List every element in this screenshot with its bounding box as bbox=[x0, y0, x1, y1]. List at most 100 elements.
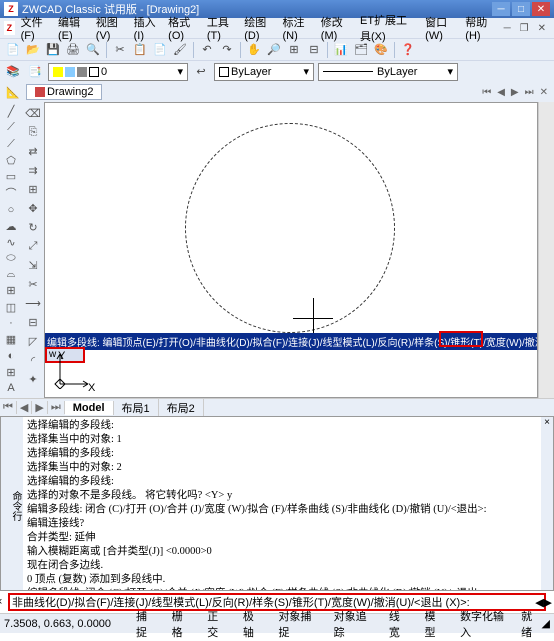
stretch-icon[interactable]: ⇲ bbox=[24, 256, 42, 274]
point-icon[interactable]: · bbox=[2, 316, 20, 331]
menu-draw[interactable]: 绘图(D) bbox=[240, 12, 276, 44]
tab-last-icon[interactable]: ⏭ bbox=[523, 87, 536, 98]
pan-icon[interactable]: ✋ bbox=[245, 41, 263, 59]
lwt-toggle[interactable]: 线宽 bbox=[385, 607, 413, 641]
tab-last-icon[interactable]: ⏭ bbox=[48, 401, 65, 414]
xline-icon[interactable]: ⟋ bbox=[2, 120, 20, 135]
ortho-toggle[interactable]: 正交 bbox=[203, 607, 231, 641]
circle-entity[interactable] bbox=[185, 123, 395, 333]
menu-dimension[interactable]: 标注(N) bbox=[279, 12, 315, 44]
polar-toggle[interactable]: 极轴 bbox=[239, 607, 267, 641]
arc-icon[interactable]: ⌒ bbox=[2, 185, 20, 201]
print-icon[interactable]: 🖨 bbox=[64, 41, 82, 59]
trim-icon[interactable]: ✂ bbox=[24, 275, 42, 293]
scale-icon[interactable]: ⤢ bbox=[24, 237, 42, 255]
mirror-icon[interactable]: ⇄ bbox=[24, 142, 42, 160]
offset-icon[interactable]: ⇉ bbox=[24, 161, 42, 179]
rectangle-icon[interactable]: ▭ bbox=[2, 169, 20, 184]
tab-prev-icon[interactable]: ◀ bbox=[495, 87, 507, 98]
tab-next-icon[interactable]: ▶ bbox=[509, 87, 521, 98]
command-close-icon[interactable]: × bbox=[541, 417, 553, 590]
ellipse-icon[interactable]: ⬭ bbox=[2, 251, 20, 266]
layer-manager-icon[interactable]: 📚 bbox=[4, 63, 22, 81]
menu-window[interactable]: 窗口(W) bbox=[421, 12, 459, 44]
layer-states-icon[interactable]: 📑 bbox=[26, 63, 44, 81]
layer-dropdown[interactable]: 0 ▾ bbox=[48, 63, 188, 81]
text-icon[interactable]: A bbox=[2, 381, 20, 396]
model-toggle[interactable]: 模型 bbox=[420, 607, 448, 641]
insert-icon[interactable]: ⊞ bbox=[2, 283, 20, 298]
linetype-dropdown[interactable]: ByLayer ▾ bbox=[318, 63, 458, 81]
array-icon[interactable]: ⊞ bbox=[24, 180, 42, 198]
color-dropdown[interactable]: ByLayer ▾ bbox=[214, 63, 314, 81]
redo-icon[interactable]: ↷ bbox=[218, 41, 236, 59]
table-icon[interactable]: ⊞ bbox=[2, 365, 20, 380]
zoom-icon[interactable]: 🔎 bbox=[265, 41, 283, 59]
tab-drawing2[interactable]: Drawing2 bbox=[26, 84, 102, 100]
undo-icon[interactable]: ↶ bbox=[198, 41, 216, 59]
menu-tools[interactable]: 工具(T) bbox=[203, 12, 238, 44]
cmd-close-icon[interactable]: × bbox=[0, 596, 2, 608]
properties-icon[interactable]: 📊 bbox=[332, 41, 350, 59]
doc-restore[interactable]: ❐ bbox=[516, 23, 533, 34]
cmd-scroll[interactable]: ◀▶ bbox=[535, 596, 552, 609]
hatch-icon[interactable]: ▦ bbox=[2, 332, 20, 347]
design-center-icon[interactable]: 🗂 bbox=[352, 41, 370, 59]
chamfer-icon[interactable]: ◸ bbox=[24, 332, 42, 350]
tab-prev-icon[interactable]: ◀ bbox=[17, 401, 32, 414]
menu-help[interactable]: 帮助(H) bbox=[461, 12, 497, 44]
polygon-icon[interactable]: ⬠ bbox=[2, 153, 20, 168]
move-icon[interactable]: ✥ bbox=[24, 199, 42, 217]
circle-icon[interactable]: ○ bbox=[2, 202, 20, 217]
extend-icon[interactable]: ⟶ bbox=[24, 294, 42, 312]
new-icon[interactable]: 📄 bbox=[4, 41, 22, 59]
doc-close[interactable]: ✕ bbox=[534, 23, 550, 34]
pline-icon[interactable]: ⟋ bbox=[2, 136, 20, 151]
digitizer-toggle[interactable]: 数字化输入 bbox=[456, 607, 513, 641]
spline-icon[interactable]: ∿ bbox=[2, 235, 20, 250]
save-icon[interactable]: 💾 bbox=[44, 41, 62, 59]
command-history[interactable]: 选择编辑的多段线: 选择集当中的对象: 1 选择编辑的多段线: 选择集当中的对象… bbox=[23, 417, 541, 590]
menu-modify[interactable]: 修改(M) bbox=[317, 12, 354, 44]
tab-layout1[interactable]: 布局1 bbox=[114, 399, 159, 417]
region-icon[interactable]: ◐ bbox=[2, 348, 20, 363]
ellipse-arc-icon[interactable]: ⌓ bbox=[2, 267, 20, 282]
tab-first-icon[interactable]: ⏮ bbox=[480, 87, 493, 98]
tab-model[interactable]: Model bbox=[65, 401, 114, 415]
zoom-window-icon[interactable]: ⊞ bbox=[285, 41, 303, 59]
tab-next-icon[interactable]: ▶ bbox=[32, 401, 47, 414]
menu-file[interactable]: 文件(F) bbox=[17, 12, 52, 44]
menu-edit[interactable]: 编辑(E) bbox=[54, 12, 90, 44]
drawing-canvas[interactable]: 编辑多段线: 编辑顶点(E)/打开(O)/非曲线化(D)/拟合(F)/连接(J)… bbox=[44, 102, 538, 398]
open-icon[interactable]: 📂 bbox=[24, 41, 42, 59]
grid-toggle[interactable]: 栅格 bbox=[168, 607, 196, 641]
command-line[interactable]: × 非曲线化(D)/拟合(F)/连接(J)/线型模式(L)/反向(R)/样条(S… bbox=[8, 593, 546, 611]
paste-icon[interactable]: 📄 bbox=[151, 41, 169, 59]
menu-format[interactable]: 格式(O) bbox=[164, 12, 201, 44]
preview-icon[interactable]: 🔍 bbox=[84, 41, 102, 59]
help-icon[interactable]: ❓ bbox=[399, 41, 417, 59]
line-icon[interactable]: ╱ bbox=[2, 104, 20, 119]
layer-prev-icon[interactable]: ↩ bbox=[192, 63, 210, 81]
tab-layout2[interactable]: 布局2 bbox=[159, 399, 204, 417]
menu-view[interactable]: 视图(V) bbox=[92, 12, 128, 44]
otrack-toggle[interactable]: 对象追踪 bbox=[330, 607, 377, 641]
copy-obj-icon[interactable]: ⎘ bbox=[24, 123, 42, 141]
erase-icon[interactable]: ⌫ bbox=[24, 104, 42, 122]
revcloud-icon[interactable]: ☁ bbox=[2, 218, 20, 233]
break-icon[interactable]: ⊟ bbox=[24, 313, 42, 331]
cut-icon[interactable]: ✂ bbox=[111, 41, 129, 59]
tab-close-icon[interactable]: ✕ bbox=[538, 87, 550, 98]
match-icon[interactable]: 🖌 bbox=[171, 41, 189, 59]
menu-insert[interactable]: 插入(I) bbox=[130, 12, 163, 44]
copy-icon[interactable]: 📋 bbox=[131, 41, 149, 59]
tab-first-icon[interactable]: ⏮ bbox=[0, 401, 17, 414]
zoom-prev-icon[interactable]: ⊟ bbox=[305, 41, 323, 59]
explode-icon[interactable]: ✦ bbox=[24, 370, 42, 388]
block-icon[interactable]: ◫ bbox=[2, 300, 20, 315]
osnap-toggle[interactable]: 对象捕捉 bbox=[274, 607, 321, 641]
rotate-icon[interactable]: ↻ bbox=[24, 218, 42, 236]
doc-minimize[interactable]: ─ bbox=[500, 23, 515, 34]
close-button[interactable]: ✕ bbox=[532, 2, 550, 16]
tool-palette-icon[interactable]: 🎨 bbox=[372, 41, 390, 59]
